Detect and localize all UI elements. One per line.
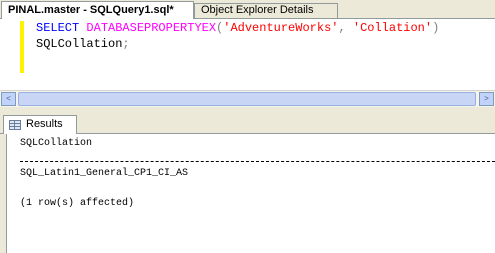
document-tab-strip: PINAL.master - SQLQuery1.sql* Object Exp… — [0, 0, 495, 19]
tab-results[interactable]: Results — [3, 115, 77, 134]
result-value: SQL_Latin1_General_CP1_CI_AS — [20, 168, 189, 179]
editor-horizontal-scrollbar[interactable]: < > — [0, 90, 495, 107]
results-tab-strip: Results — [0, 113, 495, 134]
result-status-message: (1 row(s) affected) — [20, 198, 135, 209]
query-editor[interactable]: SELECT DATABASEPROPERTYEX('AdventureWork… — [0, 19, 495, 90]
code-line-1: SELECT DATABASEPROPERTYEX('AdventureWork… — [36, 20, 439, 36]
scroll-right-arrow-icon[interactable]: > — [479, 92, 494, 106]
results-pane[interactable]: SQLCollation SQL_Latin1_General_CP1_CI_A… — [6, 134, 495, 253]
column-alias: SQLCollation — [36, 37, 123, 51]
editor-margin — [0, 19, 19, 90]
tab-object-explorer-details[interactable]: Object Explorer Details — [194, 3, 338, 18]
code-line-2: SQLCollation; — [36, 36, 130, 52]
close-paren: ) — [432, 21, 440, 35]
comma: , — [338, 21, 346, 35]
unsaved-change-marker — [20, 21, 24, 73]
result-column-header: SQLCollation — [20, 138, 93, 149]
string-literal-property: 'Collation' — [352, 21, 433, 35]
results-tab-label: Results — [26, 118, 63, 130]
statement-terminator: ; — [122, 37, 130, 51]
tab-sqlquery1[interactable]: PINAL.master - SQLQuery1.sql* — [1, 1, 194, 19]
results-grid-icon — [9, 120, 21, 130]
scrollbar-thumb[interactable] — [18, 92, 476, 106]
string-literal-db: 'AdventureWorks' — [223, 21, 339, 35]
scroll-left-arrow-icon[interactable]: < — [1, 92, 16, 106]
sql-function: DATABASEPROPERTYEX — [86, 21, 217, 35]
sql-keyword-select: SELECT — [36, 21, 80, 35]
result-header-separator — [20, 161, 495, 162]
